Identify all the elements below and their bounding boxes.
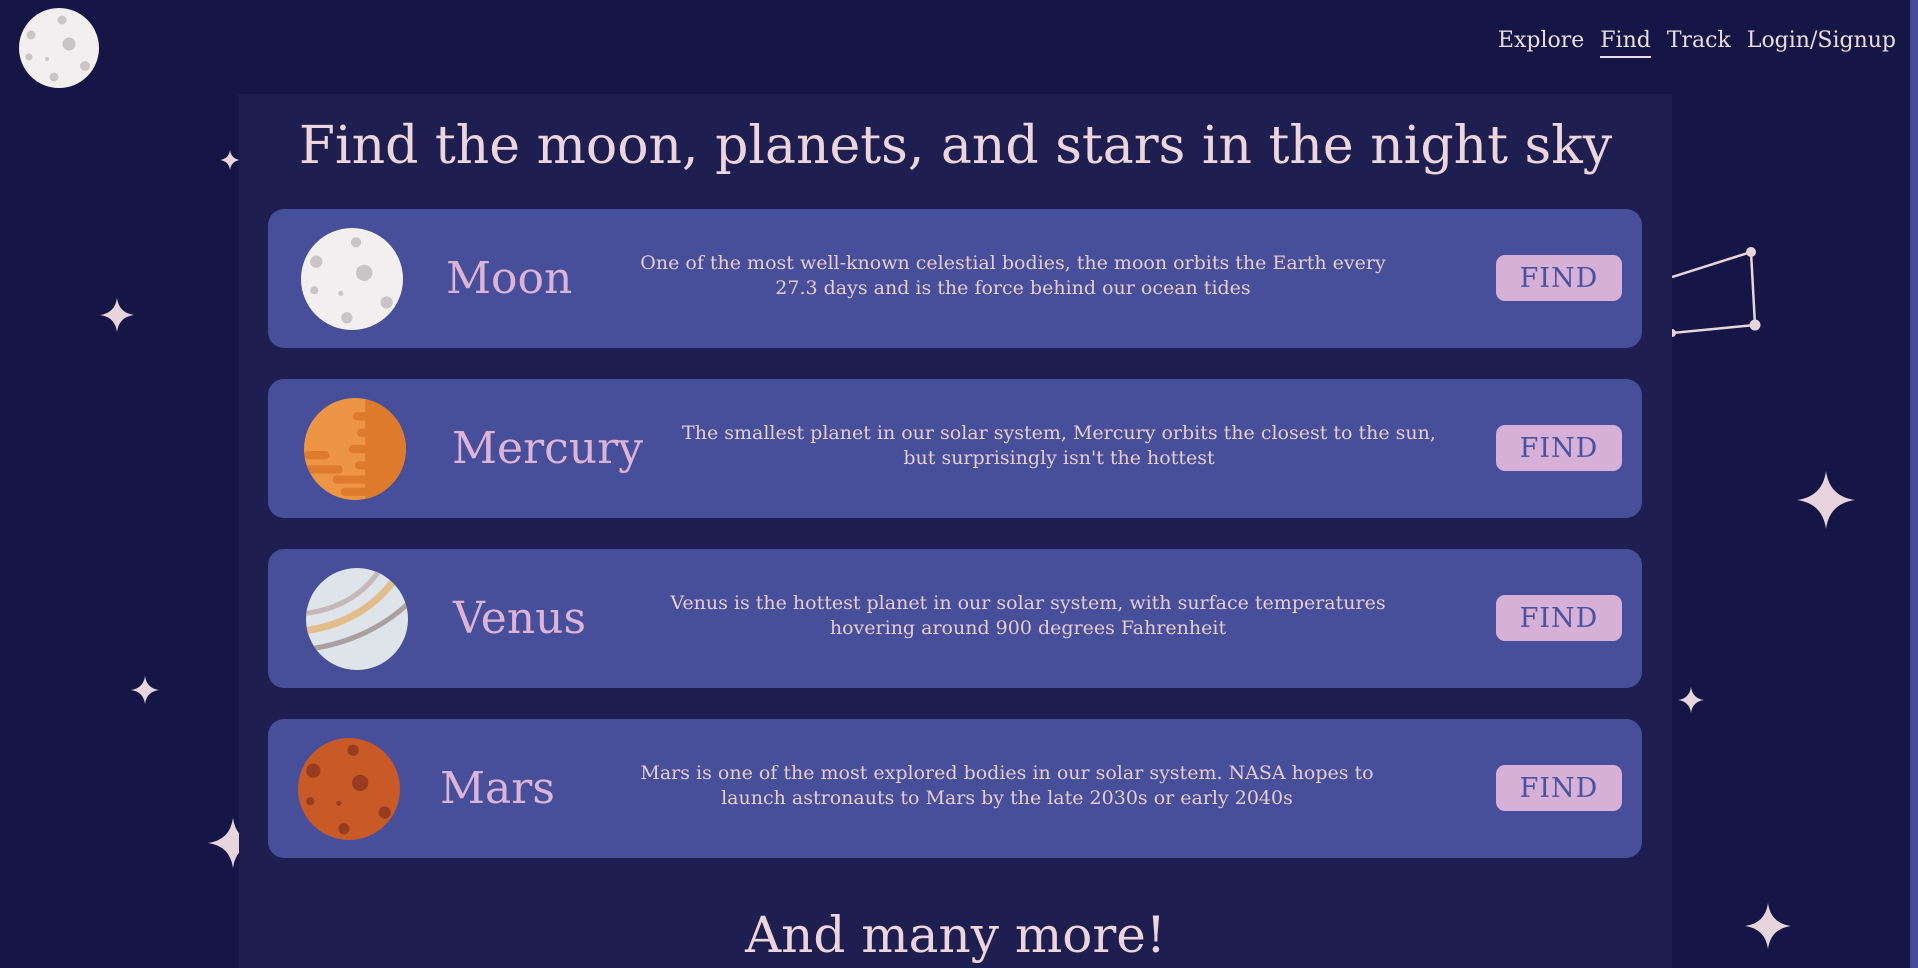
star-icon xyxy=(1678,687,1704,713)
star-icon xyxy=(1797,471,1855,529)
find-venus-button[interactable]: FIND xyxy=(1496,595,1622,641)
planet-name: Mars xyxy=(440,763,555,814)
planet-description: Mars is one of the most explored bodies … xyxy=(640,762,1374,809)
card-venus: Venus Venus is the hottest planet in our… xyxy=(268,549,1642,688)
nav-explore[interactable]: Explore xyxy=(1498,28,1584,58)
star-icon xyxy=(220,150,240,170)
planet-description: Venus is the hottest planet in our solar… xyxy=(670,592,1386,639)
nav-login-signup[interactable]: Login/Signup xyxy=(1747,28,1896,58)
mercury-icon xyxy=(304,398,406,500)
find-mars-button[interactable]: FIND xyxy=(1496,765,1622,811)
nav-track[interactable]: Track xyxy=(1667,28,1731,58)
main-nav: Explore Find Track Login/Signup xyxy=(1498,28,1896,58)
venus-icon xyxy=(306,568,408,670)
star-icon xyxy=(1745,903,1791,949)
card-mercury: Mercury The smallest planet in our solar… xyxy=(268,379,1642,518)
moon-icon[interactable] xyxy=(19,8,99,88)
main-panel: Find the moon, planets, and stars in the… xyxy=(239,94,1672,968)
star-icon xyxy=(100,298,134,332)
find-moon-button[interactable]: FIND xyxy=(1496,255,1622,301)
planet-name: Mercury xyxy=(452,423,643,474)
planet-name: Venus xyxy=(453,593,587,644)
card-moon: Moon One of the most well-known celestia… xyxy=(268,209,1642,348)
more-heading: And many more! xyxy=(745,906,1166,964)
nav-find[interactable]: Find xyxy=(1600,28,1651,58)
constellation-icon xyxy=(1672,247,1761,337)
page-title: Find the moon, planets, and stars in the… xyxy=(298,116,1613,176)
card-mars: Mars Mars is one of the most explored bo… xyxy=(268,719,1642,858)
planet-name: Moon xyxy=(446,253,573,304)
star-icon xyxy=(131,676,159,704)
scrollbar[interactable] xyxy=(1910,0,1918,968)
find-mercury-button[interactable]: FIND xyxy=(1496,425,1622,471)
planet-description: One of the most well-known celestial bod… xyxy=(640,252,1386,299)
planet-description: The smallest planet in our solar system,… xyxy=(682,422,1436,469)
moon-icon xyxy=(301,228,403,330)
mars-icon xyxy=(298,738,400,840)
